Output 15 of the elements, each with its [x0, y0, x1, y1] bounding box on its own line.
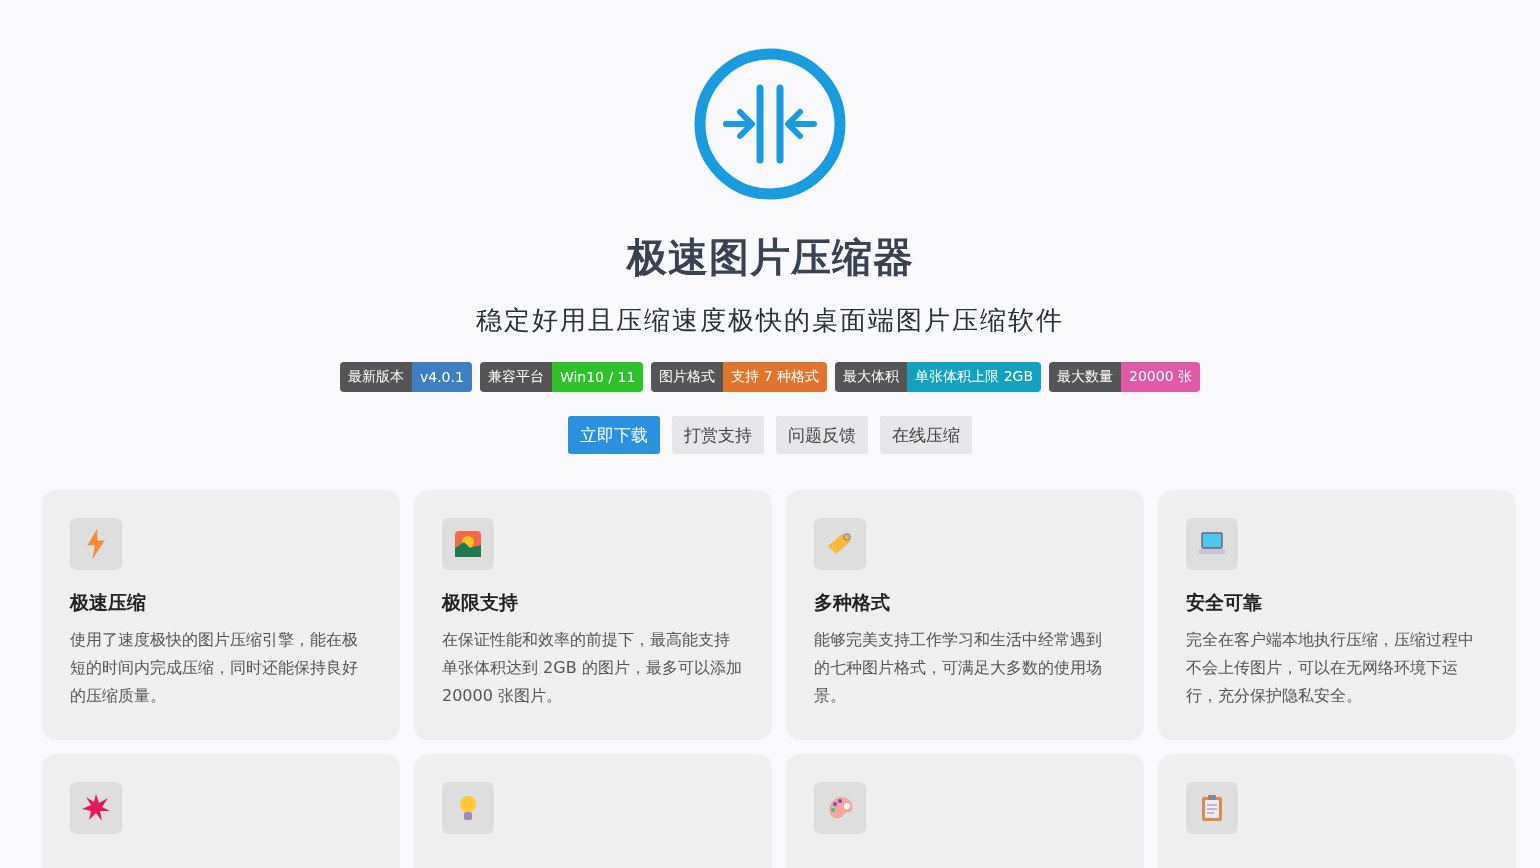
action-button[interactable]: 在线压缩: [880, 416, 972, 454]
feature-description: 能够完美支持工作学习和生活中经常遇到的七种图片格式，可满足大多数的使用场景。: [814, 629, 1103, 707]
feature-title: 极速压缩: [70, 590, 147, 615]
feature-title: 安全可靠: [1186, 590, 1263, 615]
feature-description: 使用了速度极快的图片压缩引擎，能在极短的时间内完成压缩，同时还能保持良好的压缩质量。: [70, 629, 359, 707]
sunrise-picture-icon: [452, 528, 484, 560]
app-subtitle: 稳定好用且压缩速度极快的桌面端图片压缩软件: [476, 304, 1064, 337]
app-title: 极速图片压缩器: [626, 233, 914, 282]
logo-icon: [694, 48, 846, 200]
feature-description: 完全在客户端本地执行压缩，压缩过程中不会上传图片，可以在无网络环境下运行，充分保护隐私安全。: [1186, 629, 1475, 707]
feature-title: 极限支持: [442, 590, 519, 615]
feature-description: 在保证性能和效率的前提下，最高能支持单张体积达到 2GB 的图片，最多可以添加 20000 张图片。: [442, 629, 742, 707]
feature-title: 多种格式: [814, 590, 891, 615]
action-button[interactable]: 打赏支持: [672, 416, 764, 454]
action-button[interactable]: 问题反馈: [776, 416, 868, 454]
